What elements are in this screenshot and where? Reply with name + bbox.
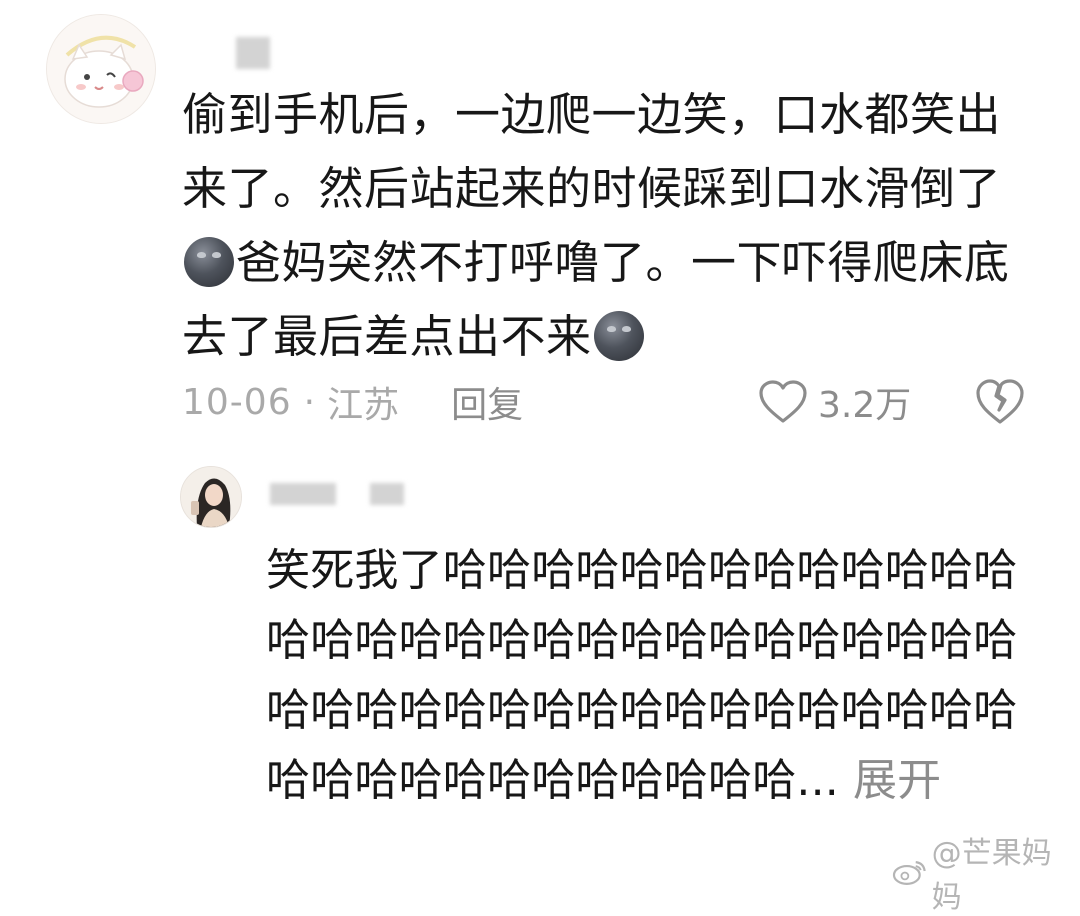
like-button[interactable]: 3.2万 (758, 374, 911, 430)
like-count: 3.2万 (818, 385, 912, 426)
commenter-avatar[interactable] (46, 14, 156, 124)
commenter-name-redacted[interactable] (236, 37, 270, 69)
expand-button[interactable]: 展开 (853, 755, 941, 806)
broken-heart-icon (976, 379, 1024, 424)
reply-body: 笑死我了哈哈哈哈哈哈哈哈哈哈哈哈哈哈哈哈哈哈哈哈哈哈哈哈哈哈哈哈哈哈哈哈哈哈哈哈… (266, 536, 1036, 816)
heart-outline-icon (759, 380, 807, 423)
weibo-watermark: @芒果妈妈 (892, 828, 1080, 916)
comment-body: 偷到手机后，一边爬一边笑，口水都笑出 来了。然后站起来的时候踩到口水滑倒了 爸妈… (182, 78, 1022, 374)
watermark-text: @芒果妈妈 (931, 836, 1052, 915)
comment-line-4: 去了最后差点出不来 (182, 310, 592, 363)
dislike-button[interactable] (974, 376, 1026, 428)
cartoon-cat-avatar-icon (47, 15, 155, 123)
comment-line-2: 来了。然后站起来的时候踩到口水滑倒了 (182, 162, 1002, 215)
weibo-logo-icon (892, 861, 926, 885)
meta-separator: · (303, 381, 316, 423)
comment-line-3: 爸妈突然不打呼噜了。一下吓得爬床底 (236, 236, 1010, 289)
comment-meta: 10-06 · 江苏 回复 (182, 374, 523, 430)
new-moon-face-icon (184, 237, 234, 287)
comment-location: 江苏 (327, 385, 400, 426)
new-moon-face-icon (593, 311, 644, 361)
reply-author-tag-redacted (370, 483, 404, 505)
comment-line-1: 偷到手机后，一边爬一边笑，口水都笑出 (182, 88, 1002, 141)
girl-photo-avatar-icon (181, 467, 241, 527)
reply-author-name-redacted[interactable] (270, 483, 336, 505)
comment-date: 10-06 (182, 381, 292, 423)
reply-author-avatar[interactable] (180, 466, 242, 528)
reply-button[interactable]: 回复 (451, 376, 523, 428)
